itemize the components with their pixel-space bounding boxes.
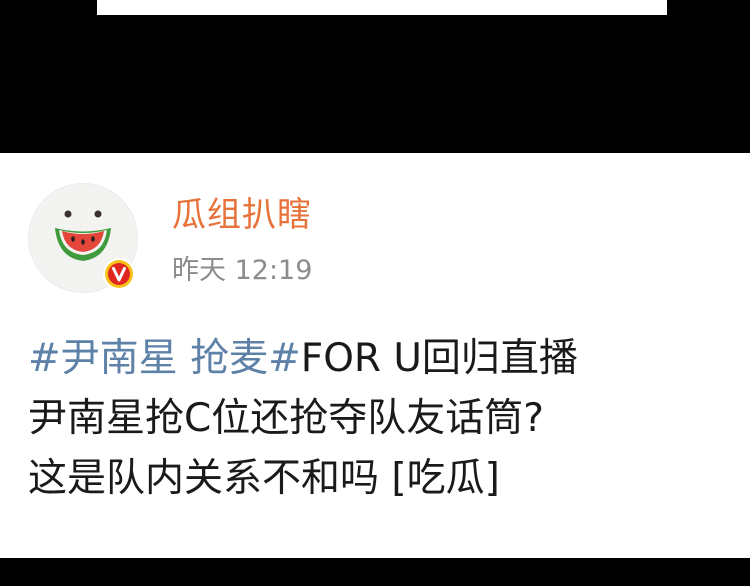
username[interactable]: 瓜组扒瞎 [172, 195, 312, 235]
top-white-strip [97, 0, 667, 15]
bottom-black-bar [0, 558, 750, 586]
screenshot-frame: 瓜组扒瞎 昨天 12:19 #尹南星 抢麦#FOR U回归直播 尹南星抢C位还抢… [0, 0, 750, 586]
hashtag-link[interactable]: #尹南星 抢麦# [28, 336, 301, 381]
post-line-2: 尹南星抢C位还抢夺队友话筒? [28, 396, 544, 441]
weibo-post-card: 瓜组扒瞎 昨天 12:19 #尹南星 抢麦#FOR U回归直播 尹南星抢C位还抢… [0, 153, 750, 558]
post-line-3: 这是队内关系不和吗 [吃瓜] [28, 456, 500, 501]
post-timestamp: 昨天 12:19 [172, 255, 313, 286]
post-line-1: #尹南星 抢麦#FOR U回归直播 [28, 329, 740, 389]
verified-badge-icon [102, 257, 136, 291]
post-body: #尹南星 抢麦#FOR U回归直播 尹南星抢C位还抢夺队友话筒? 这是队内关系不… [28, 329, 740, 509]
post-text-segment: FOR U回归直播 [300, 336, 578, 381]
